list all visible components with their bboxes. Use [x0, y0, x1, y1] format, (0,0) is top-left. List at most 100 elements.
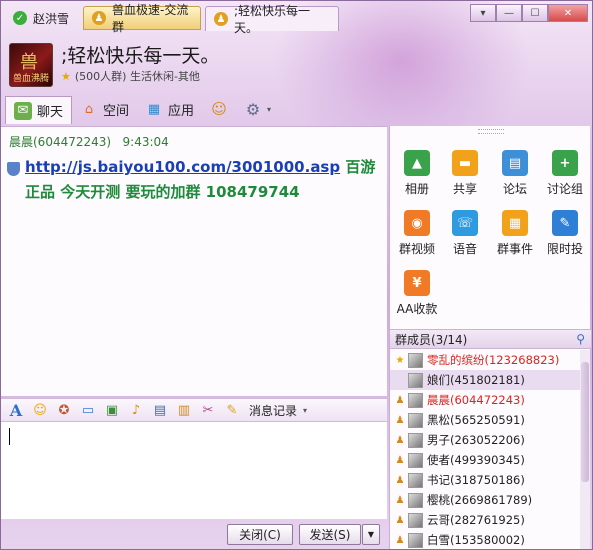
nav-chat[interactable]: ✉ 聊天	[5, 96, 73, 124]
member-name: 书记(318750186)	[427, 473, 525, 487]
member-avatar	[408, 392, 423, 408]
member-row[interactable]: ★ 零乱的缤纷(123268823)	[390, 350, 580, 370]
tab-label: 赵洪雪	[33, 11, 70, 26]
house-icon: ⌂	[84, 101, 94, 117]
close-window-button[interactable]: ✕	[548, 4, 588, 22]
member-name: 男子(263052206)	[427, 433, 525, 447]
group-category: (500人群) 生活休闲-其他	[74, 70, 200, 83]
shake-window-icon[interactable]: ▭	[79, 401, 97, 419]
member-row[interactable]: ♟ 使者(499390345)	[390, 450, 580, 470]
app-timed-vote[interactable]: ✎ 限时投	[540, 206, 590, 262]
menu-button[interactable]: ▾	[470, 4, 496, 22]
text-caret	[9, 428, 10, 445]
nav-space[interactable]: ⌂ 空间	[72, 96, 137, 122]
app-group-video[interactable]: ◉ 群视频	[392, 206, 442, 262]
window-controls: ▾ — ☐ ✕	[470, 4, 588, 22]
owner-badge-icon: ★	[395, 354, 405, 366]
member-avatar	[408, 372, 423, 388]
send-button[interactable]: 发送(S)	[299, 524, 361, 545]
app-aa-payment[interactable]: ¥ AA收款	[392, 266, 442, 322]
member-badge-icon	[394, 374, 406, 386]
magic-emoji-icon[interactable]: ✪	[55, 401, 73, 419]
close-button[interactable]: 关闭(C)	[227, 524, 293, 545]
message-body: http://js.baiyou100.com/3001000.asp 百游正品…	[25, 155, 381, 205]
message-sender[interactable]: 晨晨(604472243)	[9, 135, 111, 149]
member-badge-icon: ♟	[395, 434, 405, 446]
gift-icon[interactable]: ▥	[175, 401, 193, 419]
message-input[interactable]	[1, 422, 387, 519]
app-label: 限时投	[546, 242, 583, 256]
send-options-button[interactable]: ▼	[362, 524, 380, 545]
app-discussion[interactable]: + 讨论组	[540, 146, 590, 202]
member-row[interactable]: ♟ 书记(318750186)	[390, 470, 580, 490]
app-forum[interactable]: ▤ 论坛	[490, 146, 540, 202]
tab-group-current[interactable]: ♟ ;轻松快乐每一天。	[205, 4, 339, 35]
font-icon[interactable]: A	[7, 401, 25, 420]
member-list-header: 群成员(3/14) ⚲	[390, 329, 591, 349]
app-share[interactable]: ▬ 共享	[440, 146, 490, 202]
photo-album-icon: ▲	[404, 150, 430, 176]
app-label: 相册	[404, 182, 429, 196]
member-badge-icon: ♟	[395, 414, 405, 426]
tab-label: 兽血极速-交流群	[112, 3, 189, 34]
member-row[interactable]: ♟ 白雪(153580002)	[390, 530, 580, 549]
message-history-icon[interactable]: ✎	[223, 401, 241, 419]
message-history-label[interactable]: 消息记录	[249, 402, 297, 419]
timed-vote-icon: ✎	[552, 210, 578, 236]
member-list: ★ 零乱的缤纷(123268823) 娘们(451802181) ♟ 晨晨(604472…	[390, 350, 580, 549]
forum-icon: ▤	[502, 150, 528, 176]
member-badge-icon: ♟	[395, 474, 405, 486]
member-row[interactable]: 娘们(451802181)	[390, 370, 580, 390]
nav-apps[interactable]: ▦ 应用	[137, 96, 202, 122]
nav-add-member[interactable]: ☺	[202, 96, 236, 122]
group-title[interactable]: ;轻松快乐每一天。	[61, 41, 219, 68]
tab-strip: ✓ 赵洪雪 ♟ 兽血极速-交流群 ♟ ;轻松快乐每一天。 ▾ — ☐ ✕	[1, 1, 592, 35]
group-icon: ♟	[92, 11, 106, 25]
member-row[interactable]: ♟ 樱桃(2669861789)	[390, 490, 580, 510]
member-avatar	[408, 452, 423, 468]
chevron-down-icon[interactable]: ▾	[303, 406, 307, 415]
member-list-scrollbar[interactable]	[580, 350, 590, 549]
tab-label: ;轻松快乐每一天。	[234, 4, 311, 35]
add-member-icon: ☺	[211, 100, 227, 118]
side-panel: ▲ 相册 ▬ 共享 ▤ 论坛 + 讨论组 ◉ 群视频 ☏ 语音 ▦ 群事件 ✎ …	[389, 126, 591, 549]
scroll-thumb[interactable]	[581, 362, 589, 482]
input-toolbar: A ☺ ✪ ▭ ▣ ♪ ▤ ▥ ✂ ✎ 消息记录 ▾	[1, 398, 387, 422]
app-voice[interactable]: ☏ 语音	[440, 206, 490, 262]
group-subtitle: ★ (500人群) 生活休闲-其他	[61, 68, 200, 84]
nav-settings[interactable]: ⚙ ▾	[236, 96, 279, 122]
online-status-icon: ✓	[13, 11, 27, 25]
member-name: 白雪(153580002)	[427, 533, 525, 547]
tab-group-shouxue[interactable]: ♟ 兽血极速-交流群	[83, 3, 201, 34]
member-count: 群成员(3/14)	[395, 332, 468, 347]
member-avatar	[408, 352, 423, 368]
app-label: 共享	[452, 182, 477, 196]
nav-bar: ✉ 聊天 ⌂ 空间 ▦ 应用 ☺ ⚙ ▾	[5, 95, 279, 124]
member-name: 樱桃(2669861789)	[427, 493, 533, 507]
search-icon[interactable]: ⚲	[576, 332, 585, 346]
member-avatar	[408, 532, 423, 548]
screenshot-icon[interactable]: ✂	[199, 401, 217, 419]
minimize-button[interactable]: —	[496, 4, 522, 22]
member-avatar	[408, 412, 423, 428]
panel-grip[interactable]	[478, 129, 504, 134]
send-image-icon[interactable]: ▣	[103, 401, 121, 419]
tab-contact-zhao[interactable]: ✓ 赵洪雪	[5, 6, 79, 30]
member-avatar	[408, 472, 423, 488]
emoji-icon[interactable]: ☺	[31, 401, 49, 419]
maximize-button[interactable]: ☐	[522, 4, 548, 22]
chat-window: ✓ 赵洪雪 ♟ 兽血极速-交流群 ♟ ;轻松快乐每一天。 ▾ — ☐ ✕ 兽 兽…	[0, 0, 593, 550]
member-row[interactable]: ♟ 云哥(282761925)	[390, 510, 580, 530]
app-photo-album[interactable]: ▲ 相册	[392, 146, 442, 202]
member-row[interactable]: ♟ 晨晨(604472243)	[390, 390, 580, 410]
app-group-event[interactable]: ▦ 群事件	[490, 206, 540, 262]
apps-grid-icon: ▦	[147, 101, 161, 117]
member-row[interactable]: ♟ 黑松(565250591)	[390, 410, 580, 430]
star-icon: ★	[61, 69, 71, 83]
nav-label: 聊天	[37, 105, 64, 120]
music-icon[interactable]: ♪	[127, 401, 145, 419]
member-row[interactable]: ♟ 男子(263052206)	[390, 430, 580, 450]
message-link[interactable]: http://js.baiyou100.com/3001000.asp	[25, 158, 340, 176]
screen-capture-icon[interactable]: ▤	[151, 401, 169, 419]
group-avatar[interactable]: 兽 兽血沸腾	[9, 43, 53, 87]
